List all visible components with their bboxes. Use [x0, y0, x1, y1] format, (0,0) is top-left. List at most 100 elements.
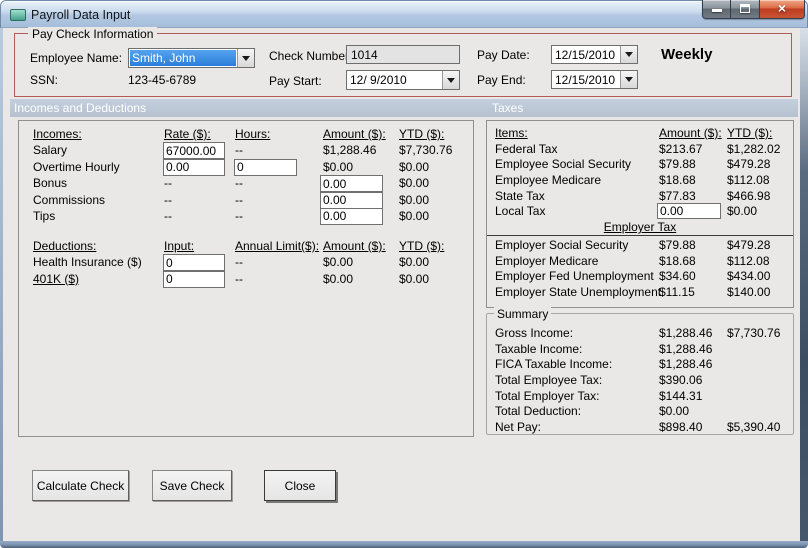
close-button[interactable]: Close: [264, 470, 336, 501]
row-label: State Tax: [495, 188, 545, 203]
amount-value: $11.15: [659, 284, 695, 299]
pay-end-label: Pay End:: [477, 73, 526, 87]
summary-row-total-employer-tax: Total Employer Tax: $144.31: [487, 389, 793, 405]
row-label: Bonus: [33, 176, 68, 191]
health-insurance-input[interactable]: [163, 254, 225, 272]
amount-col-header: Amount ($):: [323, 239, 386, 253]
amount-value: $0.00: [323, 271, 354, 286]
ytd-value: $1,282.02: [727, 141, 781, 156]
summary-row-total-employee-tax: Total Employee Tax: $390.06: [487, 373, 793, 389]
tax-row-local: Local Tax $0.00: [487, 203, 793, 220]
row-label: Employer Fed Unemployment: [495, 269, 654, 284]
tax-row-employer-state-unemployment: Employer State Unemployment $11.15 $140.…: [487, 285, 793, 301]
employee-name-value: Smith, John: [130, 50, 236, 66]
ytd-value: $0.00: [399, 208, 430, 223]
salary-rate-input[interactable]: [163, 142, 225, 160]
row-label: Salary: [33, 143, 68, 158]
tax-row-federal: Federal Tax $213.67 $1,282.02: [487, 142, 793, 158]
minimize-button[interactable]: [702, 0, 731, 19]
chevron-down-icon: [625, 77, 633, 82]
row-label: Gross Income:: [495, 326, 574, 340]
ytd-col-header: YTD ($):: [727, 126, 773, 140]
bonus-amount-input[interactable]: [320, 175, 383, 193]
ytd-value: $0.00: [399, 255, 430, 270]
save-check-button[interactable]: Save Check: [152, 470, 232, 501]
row-label: Local Tax: [495, 204, 546, 219]
ytd-value: $479.28: [727, 157, 771, 172]
incomes-header-row: Incomes: Rate ($): Hours: Amount ($): YT…: [19, 127, 473, 143]
maximize-icon: [740, 4, 750, 13]
deductions-col-header: Deductions:: [33, 239, 97, 253]
income-row-salary: Salary -- $1,288.46 $7,730.76: [19, 142, 473, 160]
row-label: Taxable Income:: [495, 341, 583, 356]
row-label: Federal Tax: [495, 141, 558, 156]
commissions-amount-input[interactable]: [320, 191, 383, 209]
pay-start-dropdown-button[interactable]: [442, 71, 459, 89]
window-controls: ×: [702, 0, 805, 19]
pay-start-combobox[interactable]: 12/ 9/2010: [346, 70, 460, 90]
ytd-value: $112.08: [727, 173, 770, 188]
ytd-value: $0.00: [399, 176, 430, 191]
pay-end-combobox[interactable]: 12/15/2010: [551, 70, 638, 89]
ytd-value: $434.00: [727, 269, 771, 284]
ytd-value: $466.98: [727, 188, 771, 203]
title-bar[interactable]: Payroll Data Input: [0, 0, 808, 28]
summary-group: Gross Income: $1,288.46 $7,730.76 Taxabl…: [486, 313, 794, 435]
amount-value: $1,288.46: [659, 341, 713, 356]
window-border-bottom: [0, 541, 808, 548]
amount-value: $77.83: [659, 188, 696, 203]
incomes-col-header: Incomes:: [33, 127, 82, 141]
taxes-panel: Items: Amount ($): YTD ($): Federal Tax …: [486, 120, 794, 308]
pay-date-label: Pay Date:: [477, 48, 530, 62]
employee-name-label: Employee Name:: [30, 51, 123, 65]
close-window-button[interactable]: ×: [759, 0, 805, 19]
row-label: Employee Social Security: [495, 157, 632, 172]
amount-value: $898.40: [659, 420, 703, 435]
pay-frequency-label: Weekly: [661, 46, 713, 63]
incomes-section-header: Incomes and Deductions: [14, 101, 147, 115]
tax-row-state: State Tax $77.83 $466.98: [487, 189, 793, 205]
deductions-header-row: Deductions: Input: Annual Limit($): Amou…: [19, 239, 473, 255]
ytd-value: $112.08: [727, 253, 770, 268]
overtime-hours-input[interactable]: [234, 158, 297, 176]
ytd-value: $0.00: [399, 192, 430, 207]
minimize-icon: [711, 9, 722, 12]
pay-date-value: 12/15/2010: [555, 48, 616, 62]
items-col-header: Items:: [495, 126, 528, 140]
annual-limit-col-header: Annual Limit($):: [235, 239, 320, 253]
row-label: Total Employee Tax:: [495, 373, 603, 388]
check-number-label: Check Number:: [269, 49, 353, 63]
pay-start-label: Pay Start:: [269, 74, 322, 88]
amount-value: $1,288.46: [659, 357, 713, 372]
pay-end-dropdown-button[interactable]: [620, 71, 637, 88]
ssn-value: 123-45-6789: [128, 73, 197, 87]
employer-tax-divider-label: Employer Tax: [603, 220, 677, 235]
pay-date-dropdown-button[interactable]: [620, 46, 637, 63]
check-number-input[interactable]: [346, 45, 460, 64]
amount-value: $0.00: [323, 159, 354, 174]
rate-value: --: [164, 176, 172, 191]
pay-start-value: 12/ 9/2010: [350, 73, 407, 87]
income-row-commissions: Commissions -- -- $0.00: [19, 191, 473, 209]
row-label: Net Pay:: [495, 420, 542, 435]
app-icon: [10, 9, 26, 21]
calculate-check-button[interactable]: Calculate Check: [32, 470, 129, 501]
tips-amount-input[interactable]: [320, 207, 383, 225]
401k-input[interactable]: [163, 270, 225, 288]
pay-end-value: 12/15/2010: [555, 73, 616, 87]
chevron-down-icon: [625, 52, 633, 57]
tax-row-employee-ss: Employee Social Security $79.88 $479.28: [487, 157, 793, 173]
chevron-down-icon: [447, 77, 455, 83]
amount-value: $18.68: [659, 173, 696, 188]
ytd-value: $7,730.76: [399, 143, 453, 158]
employee-name-combobox[interactable]: Smith, John: [128, 48, 255, 68]
overtime-rate-input[interactable]: [163, 158, 225, 176]
local-tax-input[interactable]: [657, 203, 721, 220]
tax-row-employer-medicare: Employer Medicare $18.68 $112.08: [487, 254, 793, 270]
tax-row-employee-medicare: Employee Medicare $18.68 $112.08: [487, 173, 793, 189]
taxes-header-row: Items: Amount ($): YTD ($):: [487, 126, 793, 142]
maximize-button[interactable]: [731, 0, 759, 19]
pay-date-combobox[interactable]: 12/15/2010: [551, 45, 638, 64]
employee-name-dropdown-button[interactable]: [237, 49, 254, 67]
ssn-label: SSN:: [30, 73, 59, 87]
